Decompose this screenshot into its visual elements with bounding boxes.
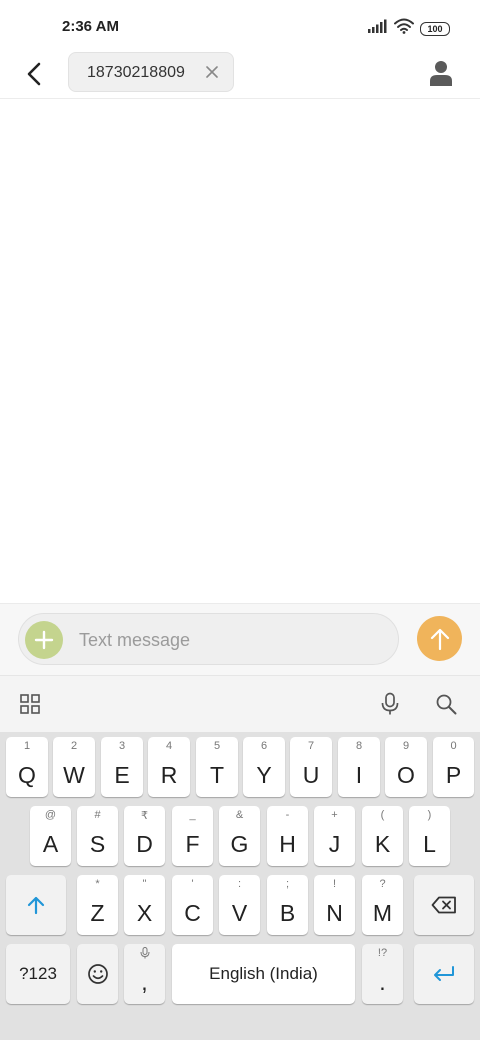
- key-s[interactable]: # S: [77, 806, 118, 866]
- smiley-icon: [87, 964, 108, 984]
- status-time: 2:36 AM: [62, 18, 119, 35]
- key-x[interactable]: " X: [124, 875, 165, 935]
- key-p[interactable]: 0P: [433, 737, 474, 797]
- key-z[interactable]: * Z: [77, 875, 118, 935]
- keyboard-toolbar: [0, 675, 480, 733]
- status-icons: 100: [368, 18, 450, 39]
- key-f[interactable]: _ F: [172, 806, 213, 866]
- grid-icon: [20, 694, 40, 714]
- chevron-left-icon: [27, 62, 41, 86]
- key-e[interactable]: 3E: [101, 737, 143, 797]
- signal-icon: [368, 19, 388, 38]
- key-t[interactable]: 5T: [196, 737, 238, 797]
- key-w[interactable]: 2W: [53, 737, 95, 797]
- contact-button[interactable]: [428, 58, 454, 88]
- key-y[interactable]: 6Y: [243, 737, 285, 797]
- plus-icon: [34, 630, 54, 650]
- key-k[interactable]: (K: [362, 806, 403, 866]
- key-o[interactable]: 9O: [385, 737, 427, 797]
- arrow-up-icon: [430, 628, 449, 650]
- key-r[interactable]: 4R: [148, 737, 190, 797]
- keyboard-search-button[interactable]: [434, 692, 458, 716]
- key-h[interactable]: -H: [267, 806, 308, 866]
- wifi-icon: [394, 18, 414, 39]
- voice-input-button[interactable]: [378, 692, 402, 716]
- key-l[interactable]: ) L: [409, 806, 450, 866]
- key-v[interactable]: :V: [219, 875, 260, 935]
- key-u[interactable]: 7U: [290, 737, 332, 797]
- recipient-chip[interactable]: 18730218809: [68, 52, 234, 92]
- space-key[interactable]: English (India): [172, 944, 355, 1004]
- compose-bar: [0, 603, 480, 675]
- enter-key[interactable]: [414, 944, 474, 1004]
- battery-icon: 100: [420, 21, 450, 36]
- key-n[interactable]: ! N: [314, 875, 355, 935]
- key-a[interactable]: @ A: [30, 806, 71, 866]
- keyboard: 1Q 2W 3E 4R 5T 6Y 7U 8I 9O 0P @ A # S ₹ D _…: [0, 732, 480, 1040]
- key-i[interactable]: 8I: [338, 737, 380, 797]
- close-icon: [206, 66, 218, 78]
- key-j[interactable]: + J: [314, 806, 355, 866]
- keyboard-menu-button[interactable]: [18, 692, 42, 716]
- back-button[interactable]: [20, 58, 48, 90]
- person-icon: [430, 61, 452, 86]
- send-button[interactable]: [417, 616, 462, 661]
- message-input[interactable]: [77, 622, 381, 658]
- remove-recipient-button[interactable]: [203, 63, 221, 81]
- attach-button[interactable]: [25, 621, 63, 659]
- search-icon: [436, 694, 457, 715]
- shift-arrow-icon: [27, 896, 45, 915]
- emoji-key[interactable]: [77, 944, 118, 1004]
- backspace-icon: [431, 896, 456, 914]
- key-c[interactable]: ' C: [172, 875, 213, 935]
- enter-arrow-icon: [434, 966, 454, 981]
- status-bar: 2:36 AM 100: [0, 0, 480, 52]
- messages-area: [0, 99, 480, 603]
- microphone-icon: [381, 692, 399, 715]
- symbols-key[interactable]: ?123: [6, 944, 70, 1004]
- key-g[interactable]: & G: [219, 806, 260, 866]
- period-key[interactable]: !? .: [362, 944, 403, 1004]
- key-d[interactable]: ₹ D: [124, 806, 165, 866]
- backspace-key[interactable]: [414, 875, 474, 935]
- conversation-header: 18730218809: [0, 52, 480, 99]
- shift-key[interactable]: [6, 875, 66, 935]
- comma-key[interactable]: ,: [124, 944, 165, 1004]
- small-microphone-icon: [140, 947, 149, 959]
- key-q[interactable]: 1Q: [6, 737, 48, 797]
- recipient-number: 18730218809: [87, 64, 185, 81]
- key-b[interactable]: ; B: [267, 875, 308, 935]
- compose-field: [18, 613, 399, 665]
- key-m[interactable]: ? M: [362, 875, 403, 935]
